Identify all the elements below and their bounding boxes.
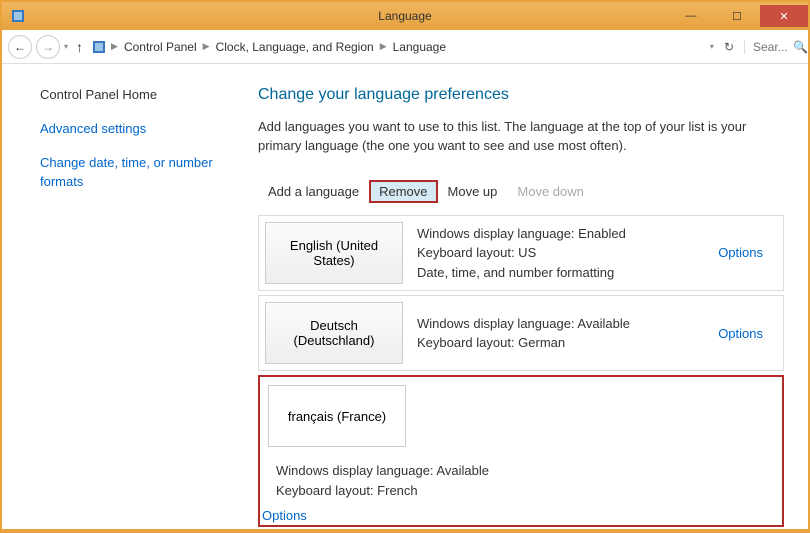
search-input[interactable]	[753, 40, 789, 54]
window-controls: — ☐ ✕	[668, 5, 808, 27]
breadcrumb-item[interactable]: Clock, Language, and Region	[216, 40, 374, 54]
close-button[interactable]: ✕	[760, 5, 808, 27]
sidebar: Control Panel Home Advanced settings Cha…	[2, 64, 240, 529]
main-panel: Change your language preferences Add lan…	[240, 64, 808, 529]
sidebar-link-home[interactable]: Control Panel Home	[40, 86, 240, 104]
language-options-link[interactable]: Options	[718, 326, 783, 341]
titlebar: Language — ☐ ✕	[2, 2, 808, 30]
language-name: français (France)	[268, 385, 406, 447]
address-dropdown-icon[interactable]: ▾	[710, 42, 714, 51]
search-box: 🔍	[744, 40, 802, 54]
add-language-button[interactable]: Add a language	[258, 180, 369, 203]
language-options-link[interactable]: Options	[262, 508, 503, 523]
forward-button[interactable]: →	[36, 35, 60, 59]
language-name: Deutsch (Deutschland)	[265, 302, 403, 364]
breadcrumb-item[interactable]: Language	[393, 40, 446, 54]
chevron-right-icon: ▶	[203, 41, 210, 52]
language-row[interactable]: English (United States) Windows display …	[258, 215, 784, 292]
language-details: Windows display language: AvailableKeybo…	[403, 306, 718, 361]
remove-button[interactable]: Remove	[369, 180, 437, 203]
language-options-link[interactable]: Options	[718, 245, 783, 260]
history-dropdown-icon[interactable]: ▾	[64, 42, 68, 51]
refresh-button[interactable]: ↻	[724, 40, 734, 54]
breadcrumb-item[interactable]: Control Panel	[124, 40, 197, 54]
language-list: English (United States) Windows display …	[258, 215, 784, 528]
chevron-right-icon: ▶	[111, 41, 118, 52]
navigation-bar: ← → ▾ ↑ ▶ Control Panel ▶ Clock, Languag…	[2, 30, 808, 64]
language-toolbar: Add a language Remove Move up Move down	[258, 174, 784, 211]
language-row[interactable]: Deutsch (Deutschland) Windows display la…	[258, 295, 784, 371]
move-down-button: Move down	[507, 180, 593, 203]
up-button[interactable]: ↑	[72, 39, 87, 55]
language-name: English (United States)	[265, 222, 403, 284]
search-icon[interactable]: 🔍	[793, 40, 808, 54]
breadcrumb: ▶ Control Panel ▶ Clock, Language, and R…	[111, 40, 706, 54]
page-description: Add languages you want to use to this li…	[258, 118, 784, 156]
location-icon	[91, 39, 107, 55]
maximize-button[interactable]: ☐	[714, 5, 760, 27]
move-up-button[interactable]: Move up	[438, 180, 508, 203]
language-row-selected[interactable]: français (France) Windows display langua…	[258, 375, 784, 527]
language-details: Windows display language: EnabledKeyboar…	[403, 216, 718, 291]
sidebar-link-advanced[interactable]: Advanced settings	[40, 120, 240, 138]
app-icon	[10, 8, 26, 24]
minimize-button[interactable]: —	[668, 5, 714, 27]
language-details: Windows display language: AvailableKeybo…	[262, 453, 503, 508]
window-title: Language	[378, 9, 431, 23]
chevron-right-icon: ▶	[380, 41, 387, 52]
sidebar-link-formats[interactable]: Change date, time, or number formats	[40, 154, 240, 190]
content-area: Control Panel Home Advanced settings Cha…	[2, 64, 808, 529]
page-heading: Change your language preferences	[258, 86, 784, 104]
back-button[interactable]: ←	[8, 35, 32, 59]
language-window: Language — ☐ ✕ ← → ▾ ↑ ▶ Control Panel ▶…	[2, 2, 808, 529]
